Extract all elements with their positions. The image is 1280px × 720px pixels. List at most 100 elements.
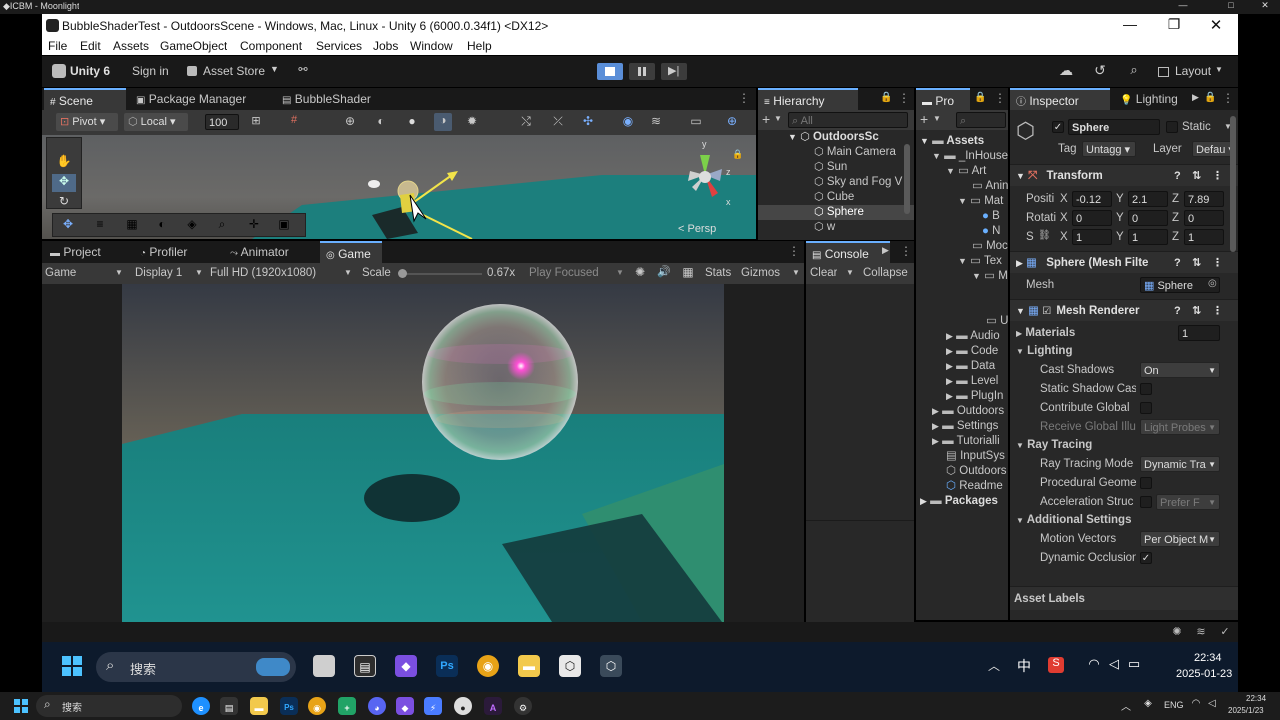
more-icon[interactable]: ⋮ bbox=[994, 91, 1006, 105]
chevron-up-icon[interactable]: ︿ bbox=[987, 657, 1001, 674]
project-folder[interactable]: ▶ ▬ Data bbox=[916, 359, 1008, 374]
language-indicator[interactable]: ENG bbox=[1164, 700, 1184, 710]
hierarchy-item[interactable]: ⬡ Main Camera bbox=[758, 145, 914, 160]
preset-icon[interactable]: ⇅ bbox=[1192, 252, 1201, 274]
move-tool-icon[interactable]: ✥ bbox=[52, 174, 76, 192]
tab-hierarchy[interactable]: ≡ Hierarchy bbox=[758, 88, 858, 110]
wifi-icon[interactable]: ◠ bbox=[1190, 698, 1202, 709]
project-search-input[interactable]: ⌕ bbox=[956, 112, 1006, 128]
position-y-field[interactable]: 2.1 bbox=[1128, 191, 1168, 207]
lock-icon[interactable]: 🔒 bbox=[1204, 92, 1216, 103]
project-folder[interactable]: ▼ ▭ Mat bbox=[916, 194, 1008, 209]
more-icon[interactable]: ⋮ bbox=[1212, 165, 1223, 187]
rotate-tool-icon[interactable]: ↻ bbox=[55, 194, 73, 208]
tab-scene[interactable]: # Scene bbox=[44, 88, 126, 110]
tab-profiler[interactable]: ◔ Profiler bbox=[134, 241, 212, 263]
project-folder[interactable]: ▶ ▬ Settings bbox=[916, 419, 1008, 434]
edge-icon[interactable]: e bbox=[192, 697, 210, 715]
version-control-icon[interactable]: ⚯ bbox=[296, 63, 310, 76]
cloud-icon[interactable]: ☁ bbox=[1058, 62, 1074, 79]
unity-hub-icon[interactable]: ⬡ bbox=[559, 655, 581, 677]
hierarchy-scene-row[interactable]: ▼ ⬡ OutdoorsSc bbox=[758, 130, 914, 145]
play-button[interactable] bbox=[597, 63, 623, 80]
pause-button[interactable] bbox=[629, 63, 655, 80]
project-folder[interactable]: ▼ ▭ Art bbox=[916, 164, 1008, 179]
snap-icon[interactable]: ✛ bbox=[245, 217, 263, 231]
project-folder[interactable]: ▶ ▬ Level bbox=[916, 374, 1008, 389]
volume-icon[interactable]: ◁ bbox=[1106, 656, 1122, 672]
menu-component[interactable]: Component bbox=[240, 39, 302, 53]
menu-help[interactable]: Help bbox=[467, 39, 492, 53]
asset-store-button[interactable]: Asset Store bbox=[203, 64, 265, 78]
search-overlay-icon[interactable]: ⌕ bbox=[213, 217, 231, 232]
tab-animator[interactable]: ⤳ Animator bbox=[224, 241, 308, 263]
host-search[interactable]: ⌕ 搜索 bbox=[36, 695, 182, 717]
lock-icon[interactable]: 🔒 bbox=[732, 149, 743, 160]
widgets-icon[interactable]: ▤ bbox=[354, 655, 376, 677]
ray-tracing-mode-dropdown[interactable]: Dynamic Tra ▼ bbox=[1140, 456, 1220, 472]
additional-settings-foldout[interactable]: ▼ Additional Settings bbox=[1016, 512, 1131, 528]
more-icon[interactable]: ⋮ bbox=[788, 244, 800, 258]
transform-header[interactable]: ▼ ⤧ Transform ? ⇅ ⋮ bbox=[1010, 164, 1238, 186]
minimize-icon[interactable]: — bbox=[1176, 0, 1190, 10]
tab-package-manager[interactable]: ▣ Package Manager bbox=[130, 88, 260, 110]
tab-inspector[interactable]: ⓘ Inspector bbox=[1010, 88, 1110, 110]
microphone-icon[interactable]: ◈ bbox=[1142, 698, 1154, 709]
more-icon[interactable]: ⋮ bbox=[1222, 91, 1234, 105]
project-folder[interactable]: ▭ U bbox=[916, 314, 1008, 329]
add-icon[interactable]: + bbox=[762, 111, 770, 127]
project-folder[interactable]: ▶ ▬ Audio bbox=[916, 329, 1008, 344]
windows-start-icon[interactable] bbox=[62, 656, 82, 676]
help-icon[interactable]: ? bbox=[1174, 165, 1181, 187]
gizmos-button[interactable]: Gizmos bbox=[741, 267, 780, 279]
layers-overlay-icon[interactable]: ◈ bbox=[183, 217, 201, 231]
photoshop-icon[interactable]: Ps bbox=[280, 697, 298, 715]
chrome-icon[interactable]: ◉ bbox=[477, 655, 499, 677]
materials-foldout[interactable]: ▶ Materials bbox=[1016, 325, 1075, 341]
moonlight-icon[interactable]: ● bbox=[454, 697, 472, 715]
task-view-icon[interactable] bbox=[313, 655, 335, 677]
procedural-geometry-checkbox[interactable] bbox=[1140, 477, 1152, 489]
ime-indicator[interactable]: 中 bbox=[1016, 656, 1032, 676]
clear-button[interactable]: Clear bbox=[810, 267, 837, 279]
project-asset[interactable]: ● N bbox=[916, 224, 1008, 239]
debug-icon[interactable]: ✺ bbox=[1170, 625, 1184, 638]
menu-file[interactable]: File bbox=[48, 39, 67, 53]
active-checkbox[interactable]: ✓ bbox=[1052, 121, 1064, 133]
sign-in-button[interactable]: Sign in bbox=[132, 64, 169, 78]
lock-icon[interactable]: 🔒 bbox=[880, 92, 892, 103]
tag-dropdown[interactable]: Untagg ▾ bbox=[1082, 141, 1136, 157]
pivot-dropdown[interactable]: ⊡ Pivot ▾ bbox=[56, 113, 118, 131]
gizmos-icon[interactable]: ⊕ bbox=[724, 114, 740, 128]
menu-jobs[interactable]: Jobs bbox=[373, 39, 398, 53]
grid-icon[interactable]: # bbox=[286, 114, 302, 126]
more-icon[interactable]: ⋮ bbox=[898, 91, 910, 105]
clock-time[interactable]: 22:34 bbox=[1194, 652, 1222, 664]
hierarchy-item-selected[interactable]: ⬡ Sphere bbox=[758, 205, 914, 220]
menu-edit[interactable]: Edit bbox=[80, 39, 101, 53]
mesh-renderer-header[interactable]: ▼ ▦ ☑ Mesh Renderer ? ⇅ ⋮ bbox=[1010, 299, 1238, 321]
scene-view[interactable]: ✋ ✥ ↻ ✥ ≡ ▦ ◐ ◈ ⌕ ✛ ▣ y z x 🔒 < Persp bbox=[42, 135, 756, 239]
project-folder[interactable]: ▼ ▬ _InHouse bbox=[916, 149, 1008, 164]
volume-icon[interactable]: ◁ bbox=[1206, 698, 1218, 709]
project-asset[interactable]: ▤ InputSys bbox=[916, 449, 1008, 464]
hierarchy-item[interactable]: ⬡ Sky and Fog V bbox=[758, 175, 914, 190]
hierarchy-item[interactable]: ⬡ Cube bbox=[758, 190, 914, 205]
bug-icon[interactable]: ✺ bbox=[632, 265, 648, 279]
stats-button[interactable]: Stats bbox=[705, 267, 731, 279]
app-purple-icon[interactable]: A bbox=[484, 697, 502, 715]
app-icon[interactable]: ◆ bbox=[396, 697, 414, 715]
project-packages[interactable]: ▶ ▬ Packages bbox=[916, 494, 1008, 509]
shaded-sphere-icon[interactable]: ● bbox=[404, 114, 420, 128]
project-folder[interactable]: ▼ ▭ M bbox=[916, 269, 1008, 284]
hierarchy-search-input[interactable]: ⌕ All bbox=[788, 112, 908, 128]
app-green-icon[interactable]: + bbox=[338, 697, 356, 715]
rotation-y-field[interactable]: 0 bbox=[1128, 210, 1168, 226]
camera-overlay-icon[interactable]: ▣ bbox=[275, 217, 293, 231]
layout-dropdown[interactable]: Layout bbox=[1175, 64, 1211, 78]
more-icon[interactable]: ⋮ bbox=[1212, 300, 1223, 322]
project-asset[interactable]: ● B bbox=[916, 209, 1008, 224]
layers-icon[interactable]: ≋ bbox=[648, 114, 664, 128]
display-dropdown[interactable]: Display 1 bbox=[135, 267, 182, 279]
acceleration-structure-dropdown[interactable]: Prefer F ▼ bbox=[1156, 494, 1220, 510]
